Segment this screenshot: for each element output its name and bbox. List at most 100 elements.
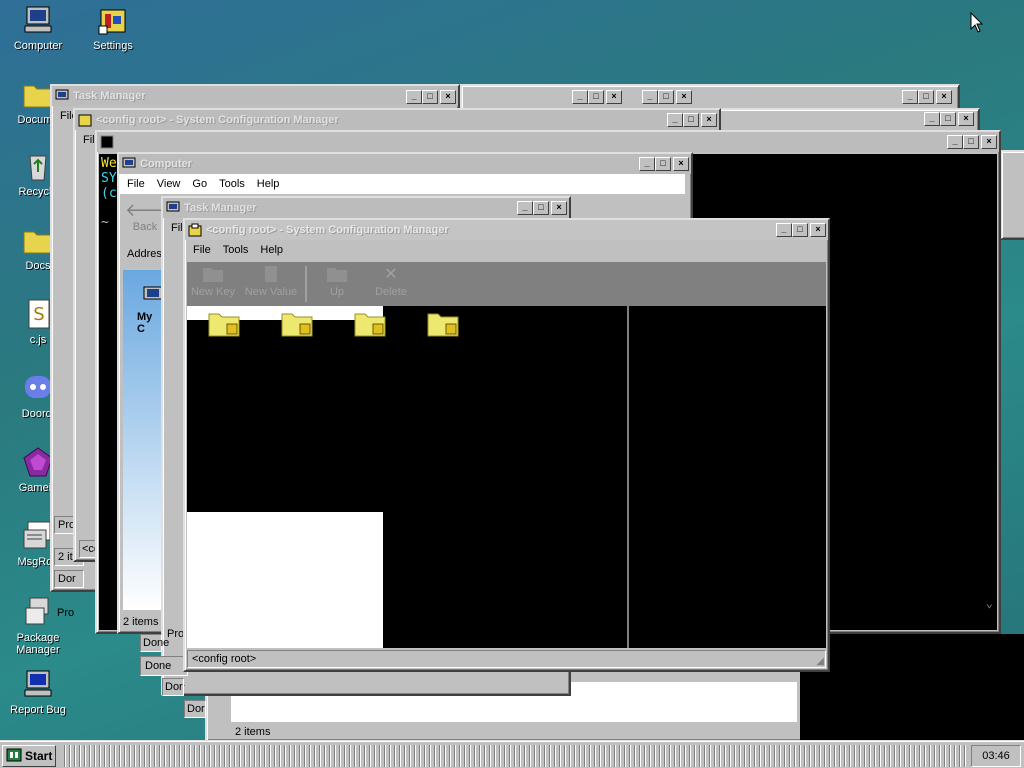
terminal-bottom-strip (800, 634, 1024, 740)
config-icon (188, 223, 202, 237)
status-bar: <config root> ◢ (187, 650, 826, 668)
status-cell: Dor (54, 570, 84, 588)
title-bar[interactable]: _ □ × (97, 132, 999, 152)
status-text: <config root> (192, 653, 257, 665)
status-text: 2 items (235, 726, 271, 738)
value-pane[interactable] (629, 306, 826, 648)
maximize-button[interactable]: □ (533, 201, 549, 215)
scroll-down-icon[interactable]: ⌄ (986, 596, 993, 610)
minimize-button[interactable]: _ (924, 112, 940, 126)
config-manager-window[interactable]: <config root> - System Configuration Man… (183, 218, 830, 672)
desktop-icon-settings[interactable]: Settings (75, 4, 151, 52)
window-title: Computer (140, 158, 192, 170)
mouse-pointer-icon (970, 11, 984, 37)
taskbar-buttons-area[interactable] (62, 745, 966, 767)
resize-grip-icon[interactable]: ◢ (816, 656, 824, 667)
computer-icon (122, 157, 136, 171)
toolbar: New Key New Value Up ✕ Delete (187, 262, 826, 306)
config-icon (78, 113, 92, 127)
menu-file[interactable]: File (121, 178, 151, 190)
up-button[interactable]: Up (309, 262, 365, 306)
close-button[interactable]: × (936, 90, 952, 104)
desktop-icon-computer[interactable]: Computer (0, 4, 76, 52)
menu-file[interactable]: File (187, 244, 217, 256)
close-button[interactable]: × (551, 201, 567, 215)
minimize-button[interactable]: _ (667, 113, 683, 127)
status-cell: Dor (184, 700, 206, 718)
close-button[interactable]: × (810, 223, 826, 237)
close-button[interactable]: × (701, 113, 717, 127)
terminal-icon (100, 135, 114, 149)
desktop-icon-report-bug[interactable]: Report Bug (0, 668, 76, 716)
monitor-icon (166, 201, 180, 215)
window-title: Task Manager (184, 202, 257, 214)
package-icon (22, 596, 54, 628)
maximize-button[interactable]: □ (940, 112, 956, 126)
maximize-button[interactable]: □ (655, 157, 671, 171)
start-label: Start (25, 749, 53, 763)
desktop-icon-label: Report Bug (10, 704, 66, 716)
minimize-button[interactable]: _ (639, 157, 655, 171)
delete-button[interactable]: ✕ Delete (365, 262, 417, 306)
maximize-button[interactable]: □ (658, 90, 674, 104)
menu-view[interactable]: View (151, 178, 187, 190)
minimize-button[interactable]: _ (406, 90, 422, 104)
title-bar[interactable]: <config root> - System Configuration Man… (185, 220, 828, 240)
minimize-button[interactable]: _ (776, 223, 792, 237)
locked-folder-icon[interactable] (207, 308, 243, 341)
minimize-button[interactable]: _ (642, 90, 658, 104)
toolbar-separator (305, 266, 307, 302)
system-tray-clock[interactable]: 03:46 (971, 745, 1021, 767)
side-panel: My C (123, 270, 163, 610)
address-label: Addres (127, 248, 162, 260)
menu-help[interactable]: Help (254, 244, 289, 256)
close-button[interactable]: × (676, 90, 692, 104)
menu-tools[interactable]: Tools (217, 244, 255, 256)
locked-folder-icon[interactable] (280, 308, 316, 341)
minimize-button[interactable]: _ (902, 90, 918, 104)
monitor-icon (55, 89, 69, 103)
locked-folder-icon[interactable] (426, 308, 462, 341)
title-bar[interactable]: Computer _ □ × (119, 154, 691, 174)
maximize-button[interactable]: □ (918, 90, 934, 104)
status-cell: Dor (162, 678, 184, 696)
close-button[interactable]: × (981, 135, 997, 149)
start-button[interactable]: Start (2, 745, 56, 767)
menu-bar: File Tools Help (185, 240, 828, 260)
back-button[interactable]: 🡐 Back (125, 200, 173, 240)
title-bar[interactable]: Task Manager (52, 86, 458, 106)
menu-bar: File View Go Tools Help (119, 174, 685, 194)
close-button[interactable]: × (606, 90, 622, 104)
desktop-icon-label: Package Manager (16, 632, 60, 656)
new-value-button[interactable]: New Value (239, 262, 303, 306)
maximize-button[interactable]: □ (588, 90, 604, 104)
computer-icon (143, 286, 163, 307)
title-bar[interactable]: Task Manager _ □ × (163, 198, 569, 218)
new-key-button[interactable]: New Key (187, 262, 239, 306)
locked-folder-icon[interactable] (353, 308, 389, 341)
minimize-button[interactable]: _ (517, 201, 533, 215)
close-button[interactable]: × (440, 90, 456, 104)
status-cell: Done (140, 634, 169, 652)
maximize-button[interactable]: □ (683, 113, 699, 127)
menu-help[interactable]: Help (251, 178, 286, 190)
taskbar: Start 03:46 (0, 740, 1024, 768)
maximize-button[interactable]: □ (422, 90, 438, 104)
close-button[interactable]: × (673, 157, 689, 171)
minimize-button[interactable]: _ (572, 90, 588, 104)
desktop-icon-label: Computer (13, 40, 63, 52)
maximize-button[interactable]: □ (963, 135, 979, 149)
status-cell: Done (140, 656, 188, 676)
delete-icon: ✕ (384, 266, 398, 283)
minimize-button[interactable]: _ (947, 135, 963, 149)
title-bar[interactable]: <config root> - System Configuration Man… (75, 110, 719, 130)
report-bug-icon (22, 668, 54, 700)
window-title: Task Manager (73, 90, 146, 102)
menu-tools[interactable]: Tools (213, 178, 251, 190)
maximize-button[interactable]: □ (792, 223, 808, 237)
settings-icon (97, 4, 129, 36)
tree-pane[interactable] (187, 306, 627, 648)
menu-go[interactable]: Go (186, 178, 213, 190)
close-button[interactable]: × (958, 112, 974, 126)
background-window-edge[interactable] (1000, 150, 1024, 240)
